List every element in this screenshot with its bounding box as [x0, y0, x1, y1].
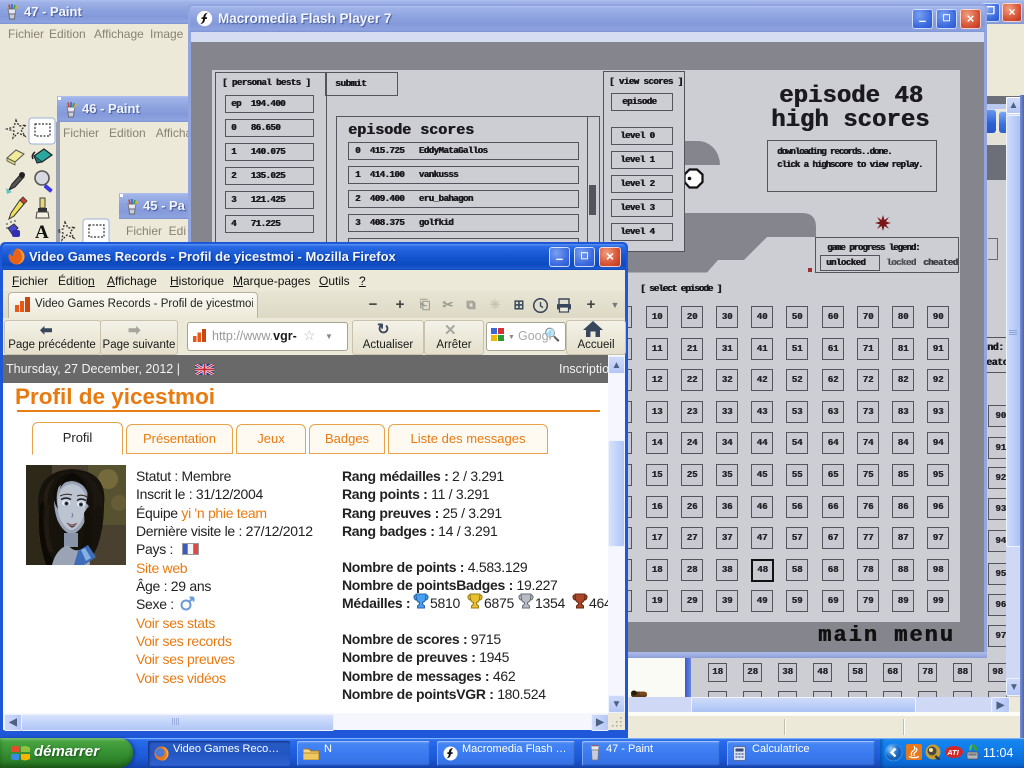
svg-text:A: A [35, 222, 49, 243]
svg-text:ATI: ATI [946, 748, 959, 757]
